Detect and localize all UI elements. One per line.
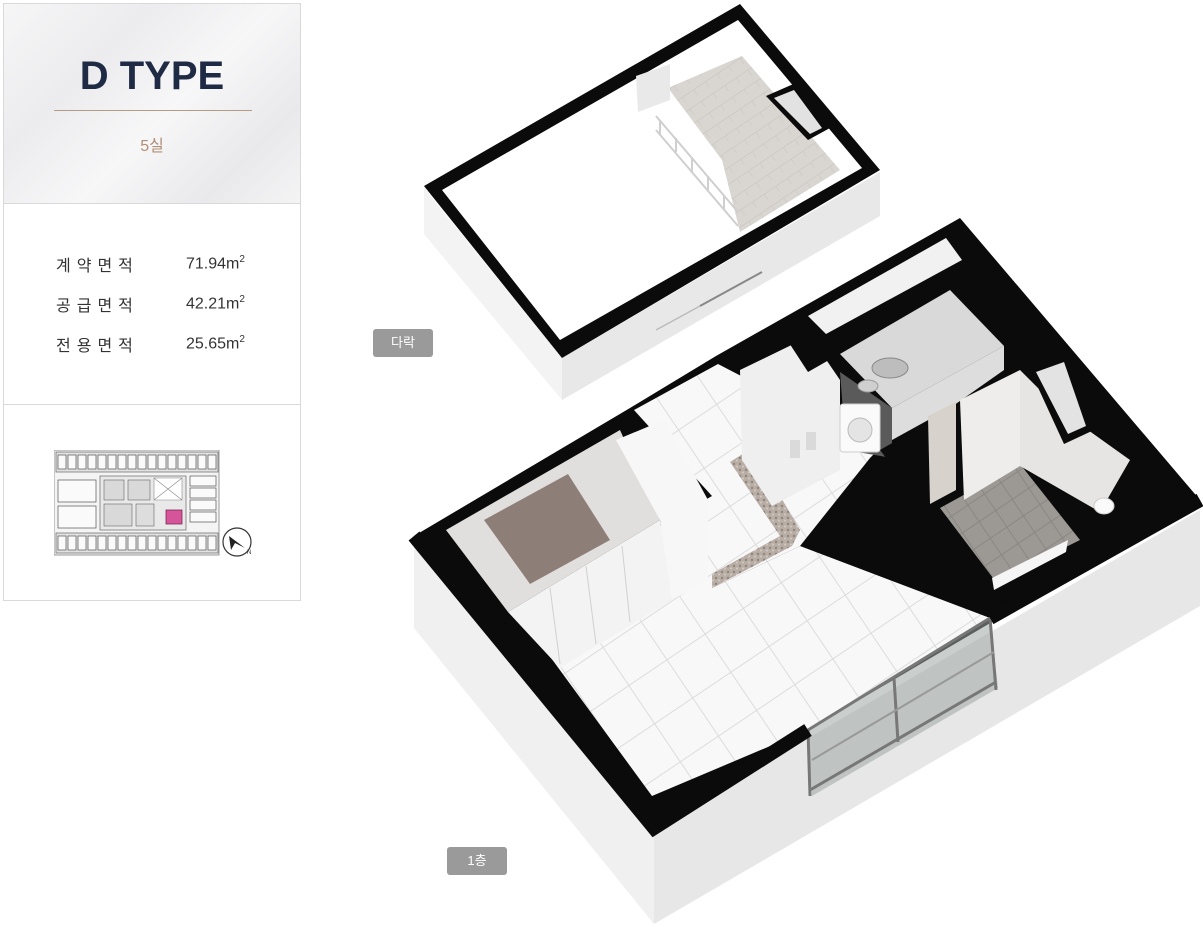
toilet-icon bbox=[1093, 497, 1115, 515]
first-floor-tag[interactable]: 1층 bbox=[447, 847, 507, 875]
sink-icon bbox=[871, 357, 909, 379]
floor-plan-illustration bbox=[408, 4, 1203, 924]
loft-level-tag[interactable]: 다락 bbox=[373, 329, 433, 357]
